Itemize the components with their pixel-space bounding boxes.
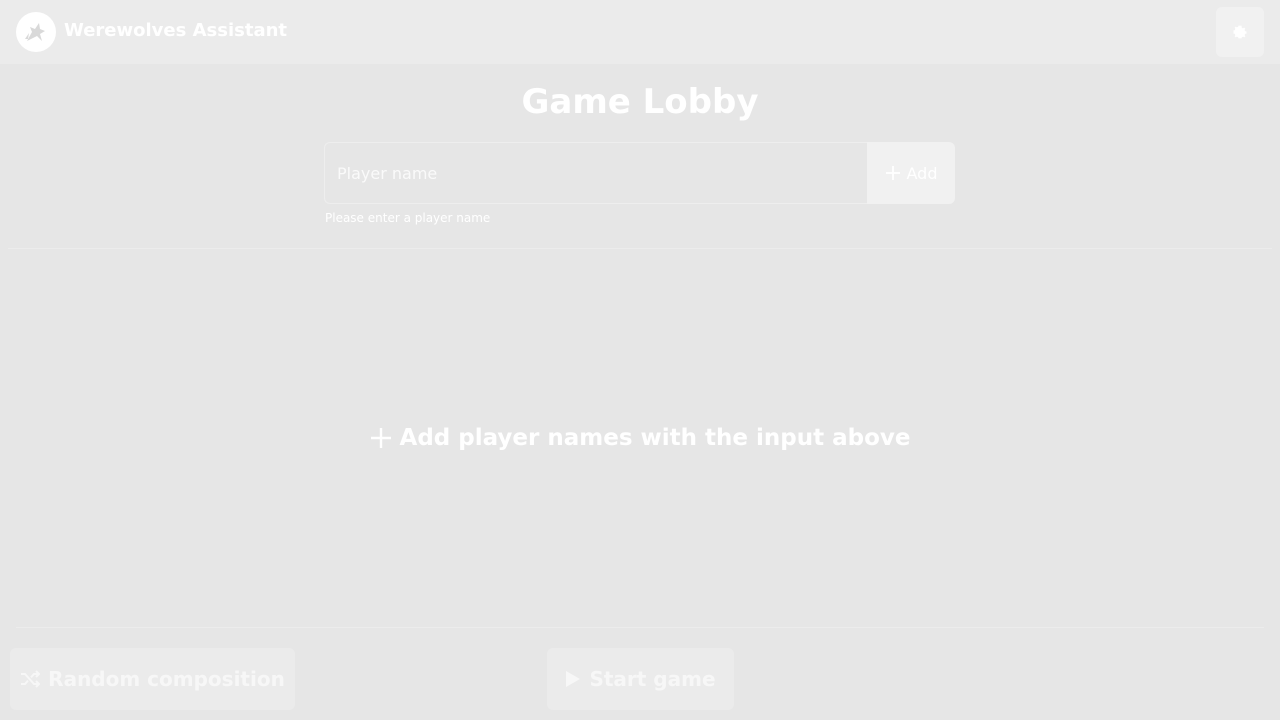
gear-icon: [1233, 25, 1247, 39]
start-game-button[interactable]: Start game: [547, 648, 734, 710]
shuffle-icon: [21, 670, 41, 688]
plus-icon: [885, 166, 900, 180]
settings-button[interactable]: [1216, 7, 1264, 57]
page-title: Game Lobby: [521, 82, 759, 122]
random-composition-label: Random composition: [48, 667, 285, 691]
input-helper-text: Please enter a player name: [325, 211, 491, 225]
random-composition-button[interactable]: Random composition: [10, 648, 295, 710]
divider: [8, 248, 1272, 249]
add-player-button[interactable]: Add: [867, 142, 955, 204]
plus-icon: [370, 428, 391, 448]
play-icon: [566, 671, 581, 687]
empty-player-list: Add player names with the input above: [0, 420, 1280, 456]
empty-state-text: Add player names with the input above: [399, 425, 911, 451]
add-button-label: Add: [906, 163, 938, 183]
wolf-logo-icon: [16, 12, 56, 52]
app-title: Werewolves Assistant: [64, 20, 288, 41]
player-input-group: Add: [324, 142, 955, 204]
start-game-label: Start game: [589, 667, 716, 691]
player-name-input[interactable]: [324, 142, 867, 204]
divider: [16, 627, 1264, 628]
app-header: Werewolves Assistant: [0, 0, 1280, 64]
